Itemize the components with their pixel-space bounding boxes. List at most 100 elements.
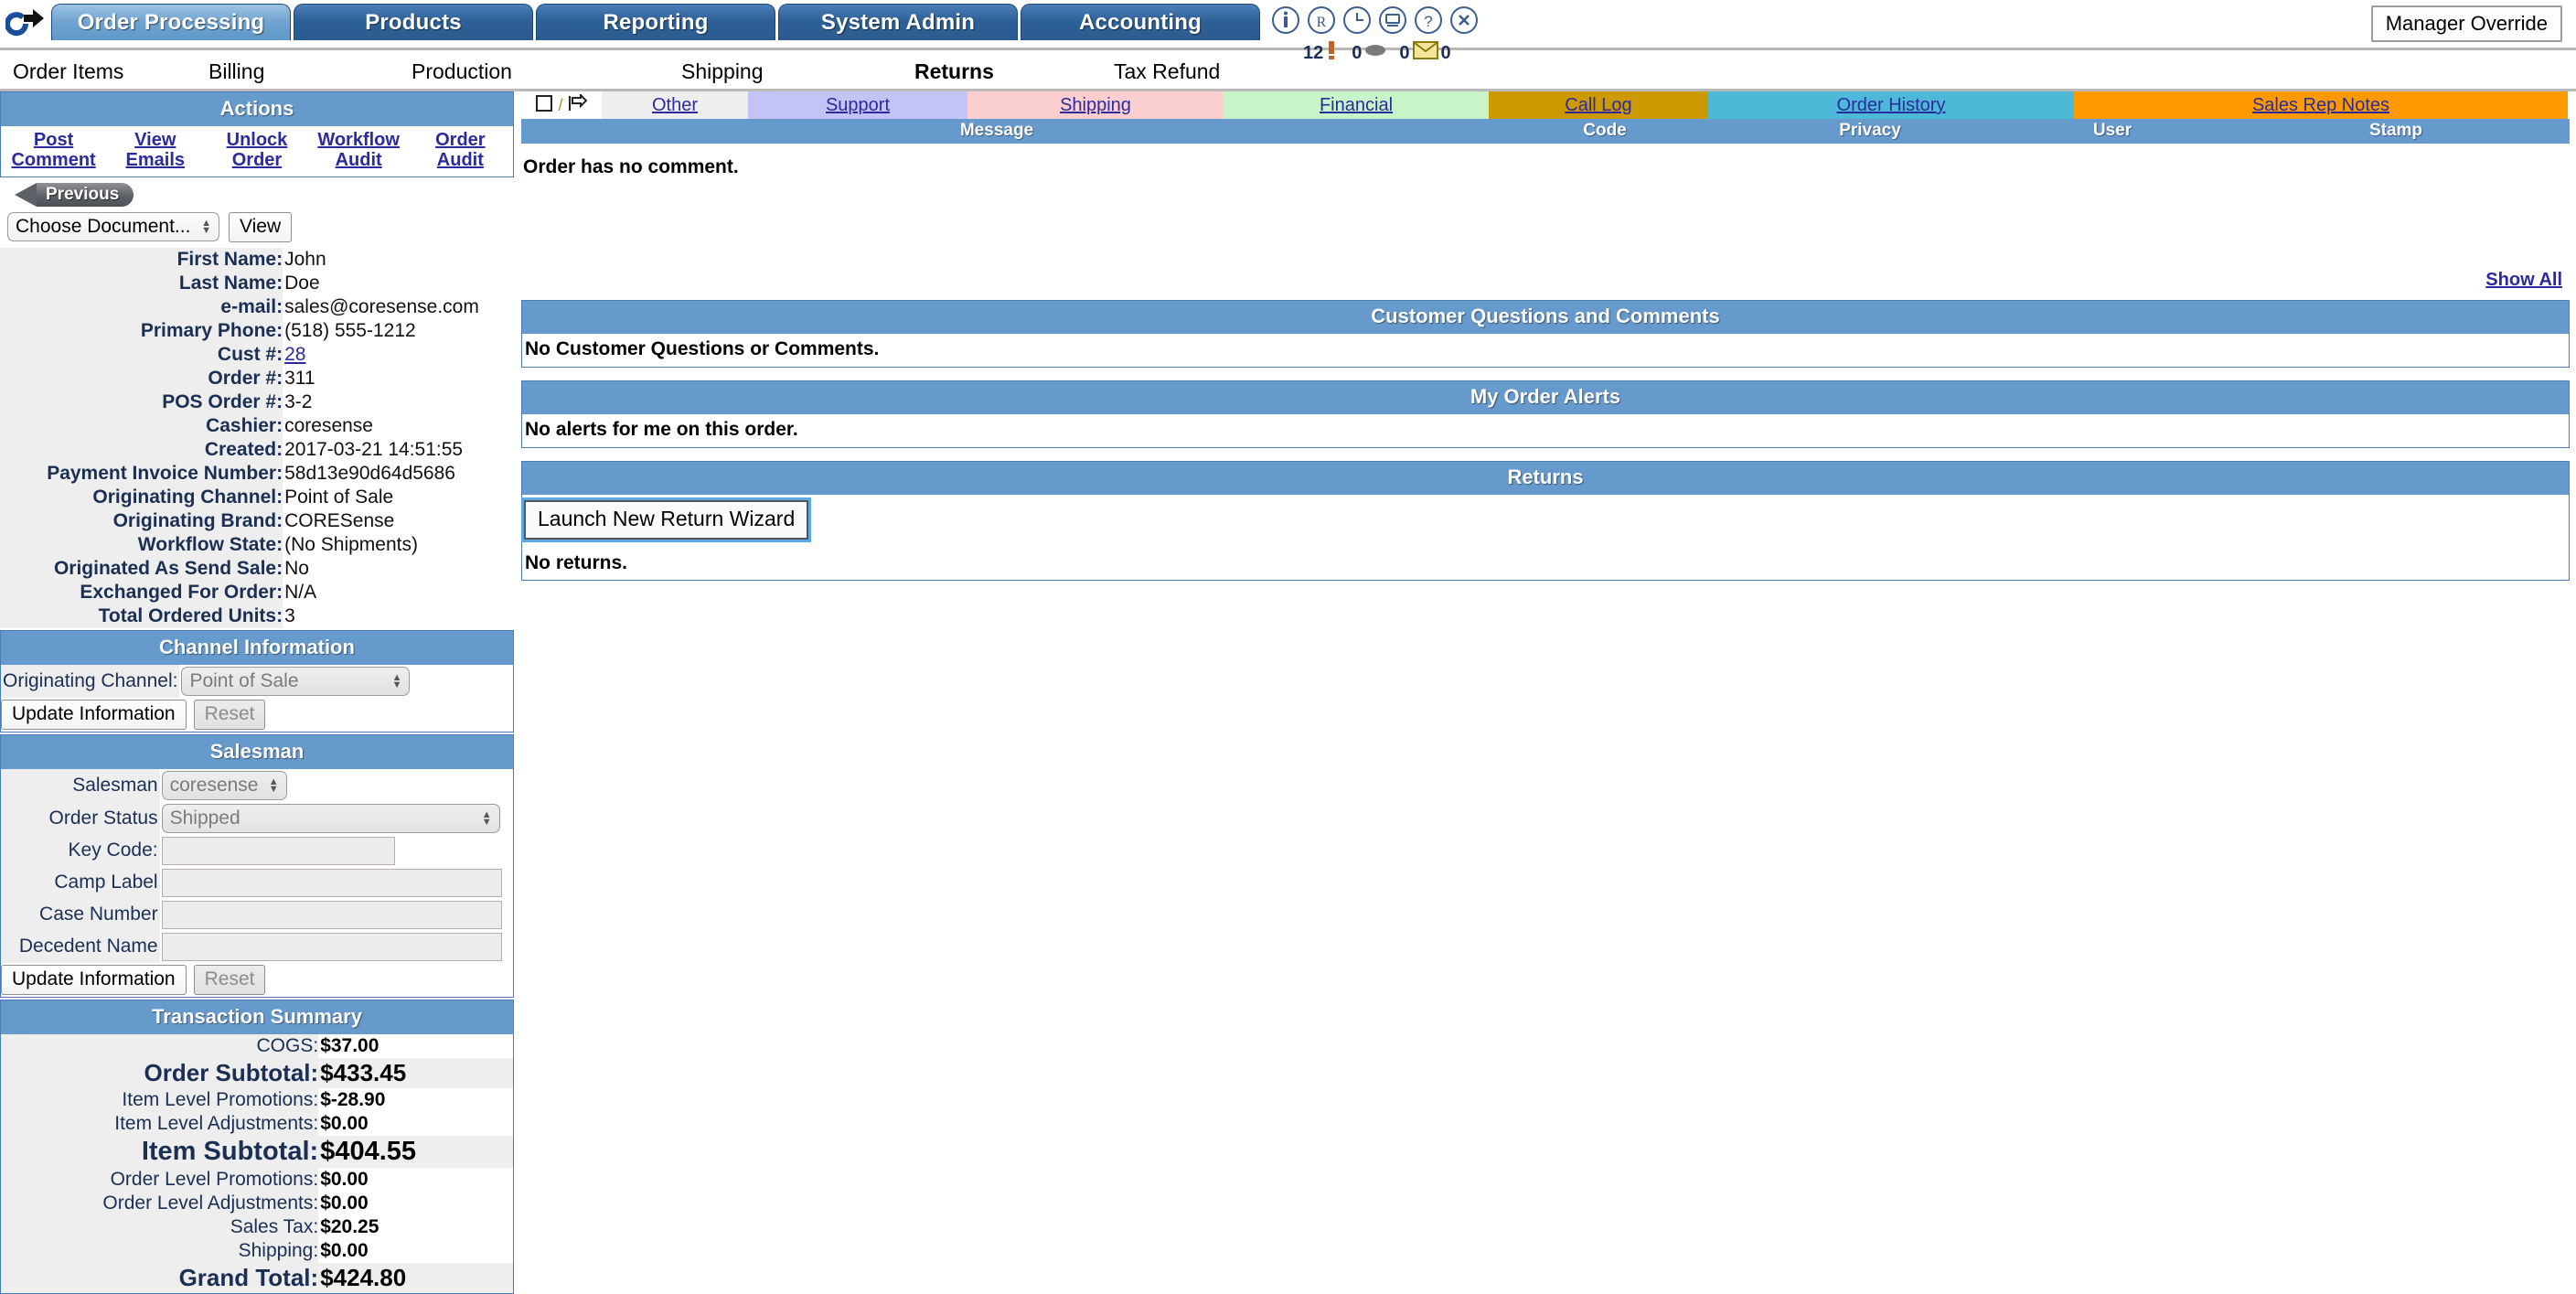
case-number-input[interactable] — [161, 900, 502, 929]
summary-label: Shipping: — [1, 1238, 319, 1263]
summary-value: $433.45 — [318, 1057, 513, 1088]
subnav-item-production[interactable]: Production — [412, 59, 512, 84]
table-row: Case Number — [1, 898, 513, 931]
previous-button-wrap: Previous — [0, 177, 514, 209]
info-icon[interactable] — [1271, 5, 1300, 35]
launch-new-return-wizard-button[interactable]: Launch New Return Wizard — [520, 497, 812, 542]
table-row: Payment Invoice Number: 58d13e90d64d5686 — [0, 461, 514, 486]
subnav-item-order-items[interactable]: Order Items — [13, 59, 123, 84]
table-row: Order Subtotal: $433.45 — [1, 1057, 513, 1088]
salesman-reset-button[interactable]: Reset — [193, 964, 266, 995]
table-row: COGS: $37.00 — [1, 1033, 513, 1058]
subnav-item-tax-refund[interactable]: Tax Refund — [1114, 59, 1220, 84]
table-row: e-mail: sales@coresense.com — [0, 294, 514, 319]
key-code-label: Key Code: — [1, 834, 160, 867]
comment-tab-call-log[interactable]: Call Log — [1489, 91, 1708, 119]
info-value: John — [284, 248, 326, 270]
camp-label-label: Camp Label — [1, 866, 160, 899]
case-number-label: Case Number — [1, 898, 160, 931]
post-comment-link[interactable]: Post Comment — [5, 130, 103, 171]
my-order-alerts-body: No alerts for me on this order. — [522, 414, 2569, 447]
summary-label: Grand Total: — [1, 1262, 319, 1293]
info-label: Cashier: — [0, 413, 283, 438]
table-row: Order #: 311 — [0, 366, 514, 390]
salesman-label: Salesman — [1, 768, 160, 802]
channel-reset-button[interactable]: Reset — [193, 699, 266, 730]
table-row: Originating Channel: Point of Sale — [0, 485, 514, 509]
camp-label-input[interactable] — [161, 868, 502, 897]
close-icon[interactable] — [1449, 5, 1479, 35]
info-label: Cust #: — [0, 342, 283, 367]
returns-button-wrap: Launch New Return Wizard — [520, 495, 2569, 545]
info-value: N/A — [284, 581, 317, 603]
my-order-alerts-section: My Order Alerts No alerts for me on this… — [521, 380, 2570, 448]
actions-panel: Actions Post Comment View Emails Unlock … — [0, 91, 514, 177]
tab-products[interactable]: Products — [294, 4, 533, 40]
checkbox-icon[interactable] — [535, 94, 553, 117]
order-info-table: First Name: John Last Name: Doe e-mail: sal… — [0, 247, 514, 628]
order-status-select-wrap: Shipped ▲ ▼ — [161, 803, 500, 833]
table-row: Cust #: 28 — [0, 342, 514, 367]
unlock-order-link[interactable]: Unlock Order — [208, 130, 306, 171]
info-value: 58d13e90d64d5686 — [284, 462, 455, 484]
order-status-select[interactable]: Shipped — [161, 803, 500, 833]
comment-tab-financial[interactable]: Financial — [1224, 91, 1489, 119]
decedent-name-label: Decedent Name — [1, 930, 160, 963]
transaction-summary-table: COGS: $37.00 Order Subtotal: $433.45 Item … — [1, 1033, 513, 1293]
order-audit-link[interactable]: Order Audit — [411, 130, 509, 171]
table-row: Order Level Promotions: $0.00 — [1, 1167, 513, 1192]
table-row: Shipping: $0.00 — [1, 1238, 513, 1263]
show-all-link[interactable]: Show All — [2485, 270, 2562, 290]
document-select-wrap: Choose Document... ▲ ▼ — [7, 212, 219, 242]
manager-override-button[interactable]: Manager Override — [2370, 5, 2562, 42]
info-label: Created: — [0, 437, 283, 462]
comment-tab-support[interactable]: Support — [748, 91, 967, 119]
no-comment-text: Order has no comment. — [523, 156, 739, 177]
table-row: Camp Label — [1, 866, 513, 899]
summary-label: Sales Tax: — [1, 1214, 319, 1239]
summary-value: $0.00 — [320, 1112, 369, 1134]
table-row: Originated As Send Sale: No — [0, 556, 514, 581]
customer-number-link[interactable]: 28 — [284, 344, 305, 365]
view-document-button[interactable]: View — [229, 211, 293, 242]
clock-icon[interactable] — [1342, 5, 1372, 35]
help-icon[interactable]: ? — [1414, 5, 1443, 35]
workflow-audit-link[interactable]: Workflow Audit — [309, 130, 408, 171]
comment-tab-sales-rep-notes[interactable]: Sales Rep Notes — [2074, 91, 2568, 119]
info-value: CORESense — [284, 509, 395, 531]
view-emails-link[interactable]: View Emails — [106, 130, 205, 171]
registered-icon[interactable]: R — [1307, 5, 1336, 35]
previous-button[interactable]: Previous — [14, 182, 134, 207]
actions-panel-title: Actions — [1, 92, 513, 126]
tab-order-processing[interactable]: Order Processing — [51, 4, 291, 40]
decedent-name-input[interactable] — [161, 932, 502, 961]
reply-flag-icon[interactable] — [568, 92, 588, 117]
choose-document-select[interactable]: Choose Document... — [7, 212, 219, 242]
returns-title: Returns — [522, 462, 2569, 495]
salesman-select[interactable]: coresense — [161, 770, 287, 800]
left-sidebar: Actions Post Comment View Emails Unlock … — [0, 91, 514, 1294]
channel-update-information-button[interactable]: Update Information — [1, 699, 187, 730]
subnav-item-billing[interactable]: Billing — [208, 59, 264, 84]
tab-reporting[interactable]: Reporting — [536, 4, 775, 40]
info-value: 2017-03-21 14:51:55 — [284, 438, 464, 460]
comment-tab-other[interactable]: Other — [602, 91, 748, 119]
subnav-item-returns[interactable]: Returns — [914, 59, 994, 84]
subnav-item-shipping[interactable]: Shipping — [681, 59, 764, 84]
originating-channel-select[interactable]: Point of Sale — [181, 666, 411, 696]
top-navigation-bar: Order Processing Products Reporting Syst… — [0, 0, 2576, 63]
key-code-input[interactable] — [161, 836, 395, 865]
customer-questions-body: No Customer Questions or Comments. — [522, 334, 2569, 367]
salesman-select-wrap: coresense ▲ ▼ — [161, 770, 287, 800]
info-label: Exchanged For Order: — [0, 580, 283, 604]
tab-system-admin[interactable]: System Admin — [778, 4, 1018, 40]
comment-tab-order-history[interactable]: Order History — [1708, 91, 2074, 119]
info-label: e-mail: — [0, 294, 283, 319]
tab-accounting[interactable]: Accounting — [1021, 4, 1260, 40]
salesman-update-information-button[interactable]: Update Information — [1, 964, 187, 995]
comment-tab-shipping[interactable]: Shipping — [967, 91, 1224, 119]
table-row: Key Code: — [1, 834, 513, 867]
info-label: POS Order #: — [0, 390, 283, 414]
my-order-alerts-title: My Order Alerts — [522, 381, 2569, 414]
monitor-icon[interactable] — [1378, 5, 1407, 35]
